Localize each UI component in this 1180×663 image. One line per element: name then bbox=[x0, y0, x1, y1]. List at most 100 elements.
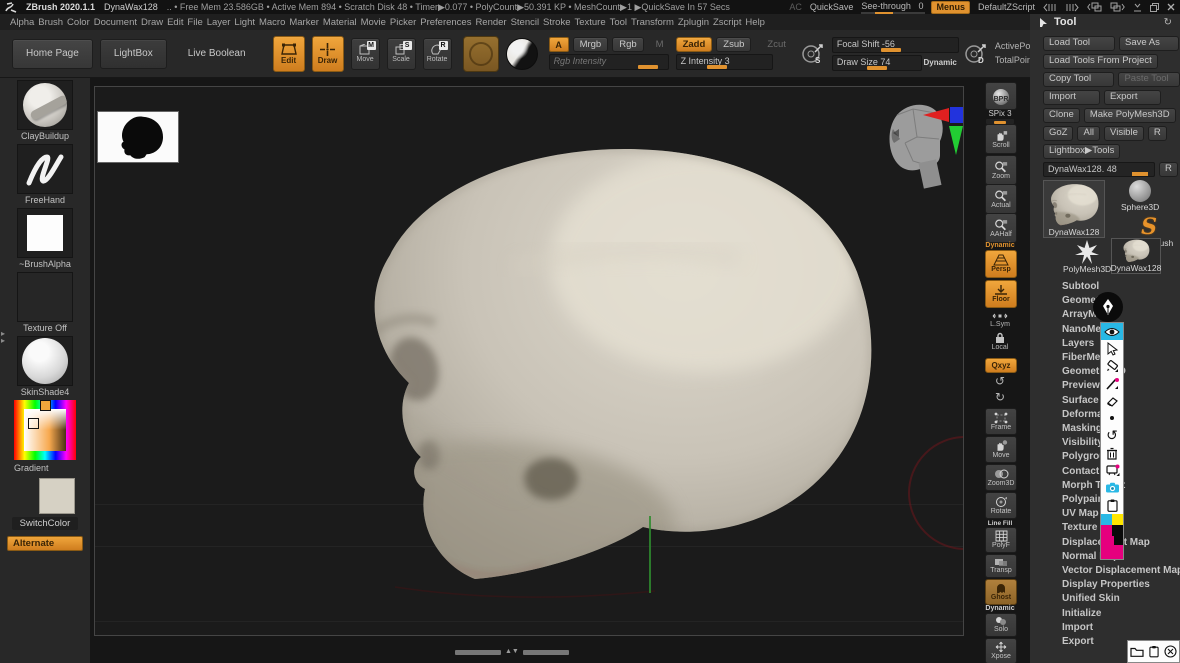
subpalette-item[interactable]: Vector Displacement Map bbox=[1043, 564, 1180, 578]
edit-button[interactable]: Edit bbox=[273, 36, 305, 72]
draw-button[interactable]: Draw bbox=[312, 36, 344, 72]
menu-item[interactable]: Color bbox=[67, 17, 90, 28]
home-page-button[interactable]: Home Page bbox=[12, 39, 93, 69]
close-button[interactable] bbox=[1167, 3, 1175, 11]
z-intensity-handle[interactable] bbox=[707, 65, 727, 69]
color-cyan[interactable] bbox=[1101, 514, 1112, 525]
stroke-settings-dial-icon[interactable]: S bbox=[801, 42, 825, 66]
zoom3d-button[interactable]: Zoom3D bbox=[985, 464, 1017, 491]
menu-item[interactable]: Marker bbox=[289, 17, 319, 28]
subpalette-item[interactable]: Display Properties bbox=[1043, 578, 1180, 592]
stroke-picker-button[interactable] bbox=[463, 36, 499, 72]
copy-tool-button[interactable]: Copy Tool bbox=[1043, 72, 1114, 87]
see-through-slider[interactable]: See-through 0 bbox=[861, 1, 923, 13]
menu-item[interactable]: Brush bbox=[38, 17, 63, 28]
frame-button[interactable]: Frame bbox=[985, 408, 1017, 435]
annotation-undo-button[interactable]: ↺ bbox=[1101, 427, 1123, 444]
annotation-clear-button[interactable] bbox=[1101, 444, 1123, 461]
menu-item[interactable]: Tool bbox=[610, 17, 627, 28]
dynamic-draw-size-toggle[interactable]: Dynamic bbox=[924, 58, 957, 67]
local-button[interactable]: Local bbox=[985, 332, 1015, 352]
color-black[interactable] bbox=[1112, 525, 1123, 536]
material-picker-button[interactable] bbox=[506, 38, 538, 70]
palette-dock-left-icon[interactable] bbox=[1087, 2, 1102, 12]
menu-item[interactable]: Texture bbox=[574, 17, 605, 28]
sv-selector[interactable] bbox=[28, 418, 39, 429]
palette-cycle-icon[interactable]: ↻ bbox=[1164, 17, 1172, 28]
mrgb-button[interactable]: Mrgb bbox=[573, 37, 609, 52]
annotation-cursor-tool[interactable] bbox=[1101, 340, 1123, 357]
menu-item[interactable]: Zplugin bbox=[678, 17, 709, 28]
color-magenta[interactable] bbox=[1101, 525, 1112, 536]
shelf-scroll-right-icon[interactable] bbox=[1065, 3, 1079, 12]
z-intensity-slider[interactable]: Z Intensity 3 bbox=[676, 54, 773, 70]
tool-item-polymesh3d[interactable]: PolyMesh3D bbox=[1063, 240, 1111, 274]
color-picker[interactable]: Gradient bbox=[14, 400, 76, 473]
ghost-button[interactable]: Ghost bbox=[985, 579, 1017, 605]
viewport-canvas[interactable]: ▲▼ bbox=[90, 78, 1030, 663]
menu-item[interactable]: Stencil bbox=[511, 17, 540, 28]
menu-item[interactable]: Edit bbox=[167, 17, 183, 28]
switch-color-swatch[interactable] bbox=[39, 478, 75, 514]
menu-item[interactable]: Picker bbox=[390, 17, 416, 28]
move-button[interactable]: M Move bbox=[351, 38, 380, 70]
shelf-scroll-left-icon[interactable] bbox=[1043, 3, 1057, 12]
spin-left-icon[interactable]: ↺ bbox=[985, 374, 1015, 388]
tool-palette-header[interactable]: Tool ↻ bbox=[1030, 14, 1180, 30]
folder-icon[interactable] bbox=[1130, 646, 1144, 657]
menu-item[interactable]: Help bbox=[745, 17, 765, 28]
menu-item[interactable]: Draw bbox=[141, 17, 163, 28]
tray-toggle-arrows[interactable]: ▲▼ bbox=[505, 649, 519, 655]
import-button[interactable]: Import bbox=[1043, 90, 1100, 105]
current-stroke[interactable]: FreeHand bbox=[17, 144, 73, 205]
dynamic-solo-label[interactable]: Dynamic bbox=[985, 605, 1015, 612]
rotate3d-button[interactable]: Rotate bbox=[985, 492, 1017, 519]
annotation-color-palette[interactable] bbox=[1101, 514, 1123, 536]
switch-color[interactable]: SwitchColor bbox=[12, 478, 79, 530]
current-texture[interactable]: Texture Off bbox=[17, 272, 73, 333]
color-swatch-a[interactable]: A bbox=[549, 37, 569, 52]
menu-item[interactable]: Alpha bbox=[10, 17, 34, 28]
annotation-pen-toggle[interactable] bbox=[1093, 292, 1123, 322]
goz-button[interactable]: GoZ bbox=[1043, 126, 1073, 141]
transp-button[interactable]: Transp bbox=[985, 554, 1017, 578]
current-brush[interactable]: ClayBuildup bbox=[17, 80, 73, 141]
xpose-button[interactable]: Xpose bbox=[985, 638, 1017, 663]
lightbox-tools-button[interactable]: Lightbox▶Tools bbox=[1043, 144, 1120, 159]
annotation-line-tool[interactable] bbox=[1101, 375, 1123, 392]
spix-slider[interactable]: SPix 3 bbox=[985, 110, 1015, 125]
goz-visible-button[interactable]: Visible bbox=[1104, 126, 1144, 141]
rotate-button[interactable]: R Rotate bbox=[423, 38, 452, 70]
focal-shift-slider[interactable]: Focal Shift -56 bbox=[832, 37, 959, 53]
menu-item[interactable]: Stroke bbox=[543, 17, 570, 28]
goz-r-button[interactable]: R bbox=[1148, 126, 1167, 141]
floor-button[interactable]: Floor bbox=[985, 280, 1017, 308]
dynamic-persp-label[interactable]: Dynamic bbox=[985, 242, 1015, 249]
rgb-intensity-handle[interactable] bbox=[638, 65, 658, 69]
subpalette-item[interactable]: Import bbox=[1043, 621, 1180, 635]
menus-button[interactable]: Menus bbox=[931, 1, 970, 14]
annotation-size-dot[interactable] bbox=[1101, 410, 1123, 427]
palette-dock-right-icon[interactable] bbox=[1110, 2, 1125, 12]
zoom-button[interactable]: Zoom bbox=[985, 155, 1017, 185]
polyf-button[interactable]: PolyF bbox=[985, 527, 1017, 553]
export-button[interactable]: Export bbox=[1104, 90, 1161, 105]
move3d-button[interactable]: Move bbox=[985, 436, 1017, 463]
bottom-tray-handle[interactable]: ▲▼ bbox=[455, 649, 569, 655]
annotation-screenshot-button[interactable] bbox=[1101, 479, 1123, 496]
document-area[interactable] bbox=[94, 86, 964, 636]
menu-item[interactable]: Macro bbox=[259, 17, 285, 28]
lsym-button[interactable]: L.Sym bbox=[985, 311, 1015, 329]
tool-selector-slider[interactable]: DynaWax128. 48 bbox=[1043, 162, 1155, 177]
menu-item[interactable]: Render bbox=[475, 17, 506, 28]
close-circle-icon[interactable] bbox=[1164, 645, 1177, 658]
lightbox-button[interactable]: LightBox bbox=[100, 39, 167, 69]
scale-button[interactable]: S Scale bbox=[387, 38, 416, 70]
minimize-button[interactable] bbox=[1133, 3, 1142, 12]
menu-item[interactable]: Document bbox=[94, 17, 137, 28]
tool-r-button[interactable]: R bbox=[1159, 162, 1178, 177]
menu-item[interactable]: Layer bbox=[207, 17, 231, 28]
annotation-whiteboard-button[interactable] bbox=[1101, 462, 1123, 479]
annotation-clipboard-button[interactable] bbox=[1101, 496, 1123, 513]
draw-size-dial-icon[interactable]: D bbox=[964, 42, 988, 66]
